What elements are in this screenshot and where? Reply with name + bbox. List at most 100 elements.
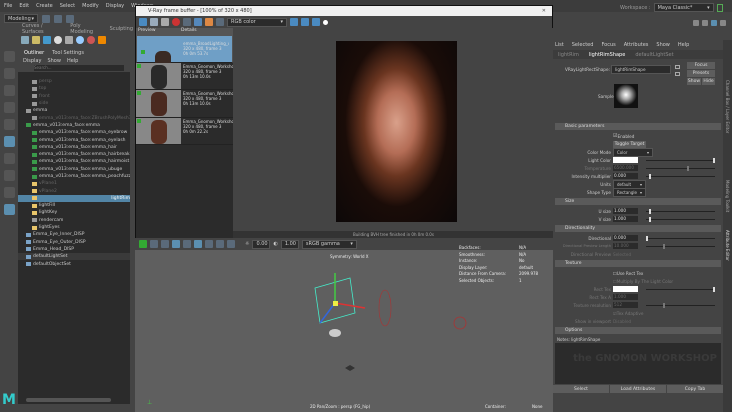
toggle-target-button[interactable]: Toggle Target [613, 140, 646, 148]
v-size-slider[interactable] [646, 216, 715, 222]
mode-dropdown[interactable]: Modeling ▾ [4, 14, 38, 23]
history-item[interactable]: Emma_Gnomon_Workshop 320 x 480, frame 3 0h… [136, 90, 233, 118]
lasso-tool-icon[interactable] [3, 68, 15, 79]
outliner-item[interactable]: emma_v013:ema_face:emma_eyelash [18, 136, 130, 143]
temperature-field[interactable]: 6500.000 [613, 165, 638, 171]
node-input-icon[interactable] [675, 65, 680, 69]
outliner-item[interactable]: emma_v013:ema_face:emma_ubuge [18, 166, 130, 173]
render-icon[interactable] [139, 18, 147, 26]
outliner-item[interactable]: defaultLightSet [18, 253, 130, 261]
show-button[interactable]: Show [687, 78, 701, 85]
outliner-item[interactable]: defaultObjectSet [18, 260, 130, 267]
menu-modify[interactable]: Modify [82, 3, 99, 9]
outliner-item[interactable]: Emma_Eye_Inner_DISP [18, 231, 130, 238]
select-button[interactable]: Select [553, 385, 609, 393]
outliner-item[interactable]: emma [18, 107, 130, 114]
viewport-persp[interactable]: ☼ 0.00 ◐ 1.00 sRGB gamma ▾ Symmetry: Worl… [135, 238, 553, 412]
outliner-item[interactable]: lightFill [18, 202, 130, 209]
ae-menu-list[interactable]: List [555, 42, 564, 48]
tab-tool-settings[interactable]: Tool Settings [52, 50, 84, 56]
menu-create[interactable]: Create [36, 3, 53, 9]
smooth-shade-icon[interactable] [172, 240, 180, 248]
menu-select[interactable]: Select [60, 3, 75, 9]
lens-icon[interactable] [205, 18, 213, 26]
lighting-icon[interactable] [194, 240, 202, 248]
history-item[interactable]: Emma_Gnomon_Workshop 320 x 480, frame 3 0h… [136, 117, 233, 145]
hide-button[interactable]: Hide [702, 78, 715, 85]
layout-single-icon[interactable] [3, 153, 15, 164]
outliner-item[interactable]: Emma_Head_DISP [18, 246, 130, 253]
intensity-field[interactable]: 0.000 [613, 173, 638, 179]
light-color-slider[interactable] [646, 157, 715, 163]
tex-res-slider[interactable] [646, 302, 715, 308]
intensity-slider[interactable] [646, 173, 715, 179]
ae-menu-focus[interactable]: Focus [601, 42, 615, 48]
section-basic-parameters[interactable]: Basic parameters [555, 123, 721, 130]
layout-four-icon[interactable] [3, 170, 15, 181]
side-tab-attribute-editor[interactable]: Attribute Editor [725, 230, 730, 261]
side-tab-modeling-toolkit[interactable]: Modeling Toolkit [725, 180, 730, 212]
ae-menu-show[interactable]: Show [656, 42, 670, 48]
outliner-item[interactable]: lightKey [18, 209, 130, 216]
shelf-light-icon[interactable] [32, 36, 40, 44]
shelf-plane-icon[interactable] [43, 36, 51, 44]
side-tab-channel-box[interactable]: Channel Box / Layer Editor [725, 80, 730, 133]
close-icon[interactable]: ✕ [536, 8, 552, 14]
move-tool-icon[interactable] [3, 85, 15, 96]
isolate-icon[interactable] [216, 240, 224, 248]
horizontal-scrollbar[interactable] [26, 398, 111, 402]
new-scene-icon[interactable] [42, 14, 50, 23]
colorspace-dropdown[interactable]: sRGB gamma ▾ [301, 239, 357, 249]
stop-icon[interactable] [172, 18, 180, 26]
ae-menu-attributes[interactable]: Attributes [624, 42, 649, 48]
history-item[interactable]: Emma_Gnomon_Workshop 320 x 480, frame 3 0h… [136, 62, 233, 90]
rect-tex-swatch[interactable] [613, 286, 638, 292]
rect-tex-a-field[interactable]: 1.000 [613, 294, 638, 300]
outliner-item[interactable]: lightEyes [18, 224, 130, 231]
v-size-field[interactable]: 1.000 [613, 216, 638, 222]
alpha-icon[interactable] [323, 19, 328, 25]
channel-box-icon[interactable] [720, 20, 726, 26]
section-directionality[interactable]: Directionality [555, 225, 721, 232]
color-mode-dropdown[interactable]: Color ▾ [613, 147, 653, 157]
node-name-field[interactable]: lightRimShape [611, 65, 671, 74]
presets-button[interactable]: Presets [687, 70, 715, 77]
textured-icon[interactable] [183, 240, 191, 248]
lock-icon[interactable] [716, 3, 723, 12]
shelf-fire-icon[interactable] [98, 36, 106, 44]
section-options[interactable]: Options [555, 327, 721, 334]
rect-tex-slider[interactable] [646, 286, 715, 292]
shelf-tool-icon[interactable] [21, 36, 29, 44]
copy-tab-button[interactable]: Copy Tab [667, 385, 723, 393]
layout-two-icon[interactable] [3, 187, 15, 198]
save-scene-icon[interactable] [66, 14, 74, 23]
render-canvas[interactable] [233, 28, 554, 231]
ae-tab-lightRim[interactable]: lightRim [558, 52, 579, 58]
scale-tool-icon[interactable] [3, 119, 15, 130]
notes-textarea[interactable]: the GNOMON WORKSHOP [555, 343, 721, 384]
outliner-item[interactable]: side [18, 100, 130, 107]
menu-file[interactable]: File [4, 3, 12, 9]
shadows-icon[interactable] [205, 240, 213, 248]
focus-button[interactable]: Focus [687, 62, 715, 69]
layout-outliner-icon[interactable] [3, 204, 15, 215]
outliner-item[interactable]: emma_v013:ema_face:emma_hairbreak [18, 151, 130, 158]
dir-preview-length-field[interactable]: 10.000 [613, 243, 638, 249]
outliner-item[interactable]: emma_v013:ema_face:ZBrushPolyMesh3D [18, 114, 130, 121]
tex-res-field[interactable]: 512 [613, 302, 638, 308]
shelf-tab-sculpting[interactable]: Sculpting [110, 26, 133, 32]
outliner-item[interactable]: Emma_Eye_Outer_DISP [18, 239, 130, 246]
outliner-item[interactable]: rendercam [18, 217, 130, 224]
tab-outliner[interactable]: Outliner [24, 50, 44, 56]
history-item[interactable]: emma_BroadLighting_v03320 x 480, frame 3… [136, 35, 233, 75]
history-icon[interactable] [216, 18, 224, 26]
show-viewport-dropdown[interactable]: Disabled [613, 319, 653, 324]
color-r-icon[interactable] [290, 18, 298, 26]
attribute-editor-toggle-icon[interactable] [711, 20, 717, 26]
ae-tab-defaultLightSet[interactable]: defaultLightSet [635, 52, 673, 58]
outliner-menu-show[interactable]: Show [47, 58, 61, 64]
camera-icon[interactable] [139, 240, 147, 248]
color-b-icon[interactable] [312, 18, 320, 26]
workspace-dropdown[interactable]: Maya Classic* ▾ [653, 3, 714, 12]
select-tool-icon[interactable] [3, 51, 15, 62]
